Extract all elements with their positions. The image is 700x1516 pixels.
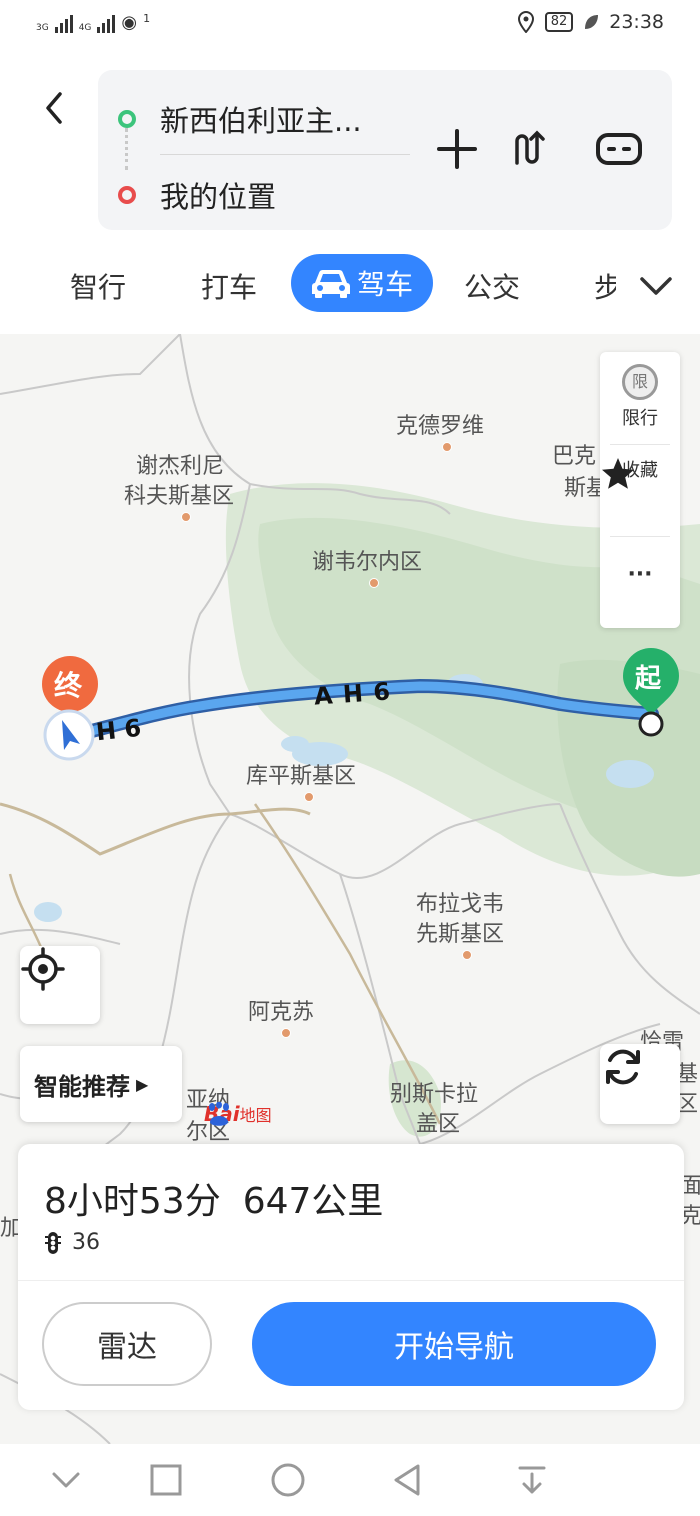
place-label: 克德罗维 (396, 414, 485, 439)
start-marker-label: 起 (635, 664, 662, 694)
divider (610, 444, 670, 445)
divider (18, 1280, 684, 1281)
place-dot (369, 578, 379, 588)
crosshair-icon (21, 947, 65, 991)
route-end-row[interactable]: 我的位置 (118, 174, 276, 216)
route-card: 新西伯利亚主... 我的位置 (98, 70, 672, 230)
network-label-2: 4G (78, 23, 92, 33)
route-summary[interactable]: 8小时53分 647公里 (44, 1172, 383, 1224)
swap-route-button[interactable] (504, 124, 554, 174)
navigation-arrow-icon (43, 709, 95, 761)
divider (610, 536, 670, 537)
smart-recommend-button[interactable]: 智能推荐 ▶ (20, 1046, 182, 1122)
logo-text-2: 地图 (239, 1106, 272, 1125)
traffic-lights-info: 36 (44, 1230, 100, 1255)
radar-button[interactable]: 雷达 (42, 1302, 212, 1386)
place-label: 先斯基区 (416, 922, 505, 947)
place-label: 布拉戈韦 (416, 892, 505, 917)
road-label-left: H 6 (94, 713, 143, 747)
start-navigation-button[interactable]: 开始导航 (252, 1302, 656, 1386)
chevron-down-icon (640, 277, 672, 295)
hotspot-icon: ◉ (121, 12, 138, 33)
tab-smart[interactable]: 智行 (70, 266, 126, 306)
battery-indicator: 82 (544, 12, 574, 32)
end-dot-icon (118, 186, 136, 204)
place-dot (304, 792, 314, 802)
back-button[interactable] (38, 88, 72, 128)
leaf-icon (585, 15, 599, 29)
map-tools-panel: 限 限行 收藏 ··· (600, 352, 680, 628)
traffic-restriction-button[interactable]: 限 限行 (600, 364, 680, 430)
place-label: 科夫斯基区 (124, 484, 235, 509)
status-bar: 3G 4G ◉ 1 82 23:38 (0, 0, 700, 52)
place-label: 谢杰利尼 (136, 454, 225, 479)
route-summary-sheet: 8小时53分 647公里 36 雷达 开始导航 (18, 1144, 684, 1410)
traffic-light-count: 36 (72, 1230, 100, 1255)
start-dot-icon (118, 110, 136, 128)
car-icon (312, 269, 350, 298)
back-nav-icon[interactable] (388, 1460, 428, 1500)
restriction-label: 限行 (622, 408, 658, 429)
route-divider (160, 154, 410, 155)
place-label: 库平斯基区 (246, 764, 357, 789)
route-preference-button[interactable] (594, 124, 644, 174)
clock: 23:38 (609, 11, 664, 33)
end-marker-label: 终 (54, 669, 83, 702)
favorite-button[interactable]: 收藏 (600, 456, 680, 489)
plus-icon (437, 129, 477, 169)
route-end-label: 我的位置 (160, 180, 277, 214)
place-label: 巴克 (552, 444, 597, 469)
place-dot (281, 1028, 291, 1038)
tab-taxi[interactable]: 打车 (201, 266, 257, 306)
home-icon[interactable] (268, 1460, 308, 1500)
refresh-route-button[interactable] (600, 1044, 680, 1124)
traffic-light-icon (45, 1231, 61, 1254)
travel-mode-tabs: 智行 打车 驾车 公交 步 (0, 252, 700, 318)
recent-apps-icon[interactable] (146, 1460, 186, 1500)
road-label: A H 6 (313, 677, 392, 711)
tab-walk[interactable]: 步 (594, 266, 616, 306)
route-start-row[interactable]: 新西伯利亚主... (118, 98, 362, 140)
route-duration: 8小时53分 (44, 1181, 221, 1222)
route-connector (125, 128, 129, 170)
system-navigation-bar (0, 1444, 700, 1516)
refresh-icon (606, 1049, 640, 1085)
route-start-label: 新西伯利亚主... (160, 104, 362, 138)
tab-drive-label: 驾车 (357, 268, 414, 301)
place-dot (181, 512, 191, 522)
signal-indicators: 3G 4G ◉ 1 (36, 12, 150, 33)
route-distance: 647公里 (242, 1181, 384, 1222)
star-icon (602, 458, 634, 489)
tab-drive[interactable]: 驾车 (291, 254, 434, 312)
chevron-left-icon (46, 92, 62, 124)
location-icon (517, 11, 534, 33)
more-options-button[interactable]: ··· (600, 562, 680, 587)
baidu-map-logo: Bai 地图 (204, 1102, 272, 1126)
place-label: 谢韦尔内区 (312, 550, 423, 575)
tab-transit[interactable]: 公交 (464, 266, 520, 306)
smart-recommend-label: 智能推荐 (34, 1072, 130, 1101)
hotspot-count: 1 (143, 12, 151, 25)
network-label-1: 3G (36, 23, 49, 33)
caret-right-icon: ▶ (136, 1074, 149, 1094)
swap-icon (515, 130, 545, 165)
place-dot (442, 442, 452, 452)
locate-me-button[interactable] (20, 946, 100, 1024)
place-dot (462, 950, 472, 960)
restriction-icon: 限 (622, 364, 658, 400)
place-label: 阿克苏 (248, 1000, 315, 1025)
signal-icon-2 (97, 15, 116, 33)
paw-icon (209, 1102, 229, 1126)
notification-pull-icon[interactable] (512, 1460, 552, 1500)
place-label: 盖区 (416, 1112, 461, 1137)
route-preference-icon (596, 133, 642, 165)
hide-nav-icon[interactable] (46, 1460, 86, 1500)
place-label: 别斯卡拉 (390, 1082, 479, 1107)
signal-icon (54, 15, 73, 33)
add-waypoint-button[interactable] (432, 124, 482, 174)
more-tabs-button[interactable] (636, 266, 676, 306)
